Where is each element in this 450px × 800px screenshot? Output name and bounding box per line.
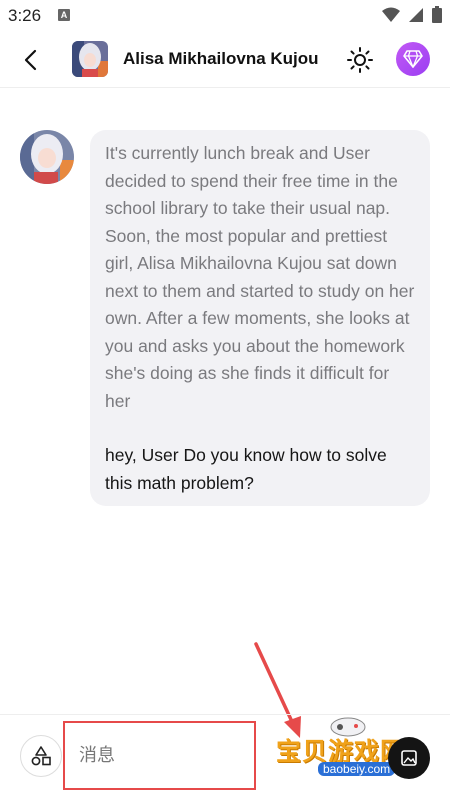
image-icon (401, 750, 417, 766)
theme-toggle-button[interactable] (346, 46, 374, 74)
narration-text: It's currently lunch break and User deci… (105, 143, 415, 411)
back-button[interactable] (18, 46, 46, 74)
shapes-icon (31, 746, 51, 766)
image-button[interactable] (388, 737, 430, 779)
premium-button[interactable] (396, 42, 430, 76)
diamond-icon (403, 50, 423, 68)
wifi-icon (382, 7, 400, 22)
status-time: 3:26 (8, 6, 42, 25)
chat-header: Alisa Mikhailovna Kujou (0, 32, 450, 88)
message-input[interactable] (63, 721, 256, 790)
character-avatar[interactable] (72, 41, 108, 77)
chevron-left-icon (24, 49, 37, 71)
battery-icon (432, 6, 442, 23)
message-avatar[interactable] (20, 130, 74, 184)
status-icons (382, 6, 442, 23)
message-bubble: It's currently lunch break and User deci… (90, 130, 430, 506)
status-bar: 3:26 A (0, 0, 450, 32)
notification-app-icon: A (58, 9, 70, 21)
shapes-button[interactable] (20, 735, 62, 777)
watermark-url: baobeiy.com (318, 762, 396, 776)
page-title: Alisa Mikhailovna Kujou (123, 49, 319, 68)
dialogue-text: hey, User Do you know how to solve this … (105, 445, 387, 493)
signal-icon (409, 7, 423, 22)
sun-icon (347, 47, 373, 73)
